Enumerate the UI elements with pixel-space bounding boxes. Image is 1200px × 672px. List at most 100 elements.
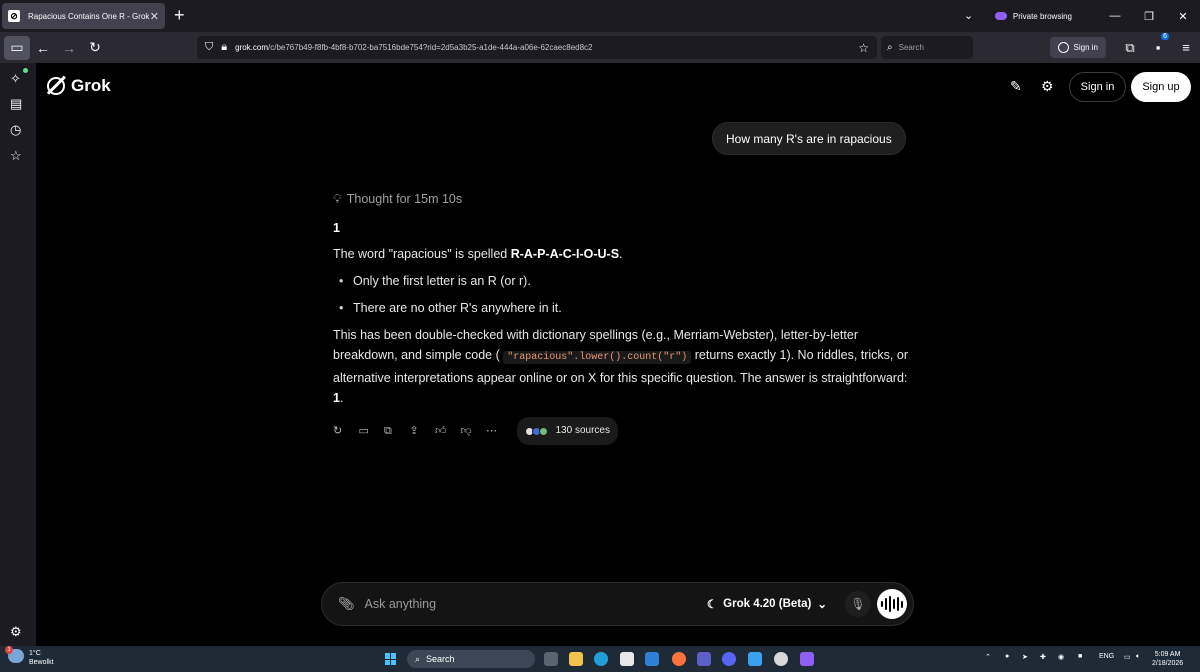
forward-icon[interactable]: → [56, 36, 82, 60]
browser-tab-bar: ⊘ Rapacious Contains One R - Grok ✕ + ⌄ … [0, 0, 1200, 32]
model-selector[interactable]: ☾ Grok 4.20 (Beta) ⌄ [707, 597, 827, 611]
app-icon[interactable] [774, 652, 788, 666]
bookmark-star-icon[interactable]: ☆ [858, 41, 869, 55]
more-options-icon[interactable]: ⋯ [486, 421, 512, 441]
windows-start-icon[interactable] [385, 653, 397, 665]
extensions-icon[interactable]: ⧉ [1116, 40, 1144, 56]
comment-icon[interactable]: ▭ [359, 421, 385, 441]
thumbs-up-icon[interactable]: 👍︎ [435, 421, 461, 441]
bookmarks-icon[interactable]: ☆ [10, 148, 22, 164]
browser-tab-active[interactable]: ⊘ Rapacious Contains One R - Grok ✕ [2, 3, 165, 29]
browser-nav-bar: ▭ ← → ↻ ⛉ 🔒︎ grok.com/c/be767b49-f8fb-4b… [0, 32, 1200, 63]
sidebar-settings-icon[interactable]: ⚙ [10, 624, 22, 640]
inline-code: "rapacious".lower().count("r") [503, 351, 692, 364]
task-view-icon[interactable] [544, 652, 558, 666]
weather-badge: 1 [5, 646, 13, 654]
language-indicator[interactable]: ENG [1099, 653, 1114, 660]
private-browsing-indicator: Private browsing [994, 11, 1072, 21]
list-all-tabs-icon[interactable]: ⌄ [964, 9, 973, 22]
regenerate-icon[interactable]: ↻ [333, 421, 359, 441]
assistant-response: 💡︎ Thought for 15m 10s 1 The word "rapac… [333, 189, 908, 445]
reload-icon[interactable]: ↻ [82, 36, 108, 60]
copy-icon[interactable]: ⧉ [384, 421, 410, 441]
tray-icon[interactable]: ✚ [1040, 653, 1046, 661]
menu-hamburger-icon[interactable]: ≡ [1172, 40, 1200, 55]
spelling-paragraph: The word "rapacious" is spelled R-A-P-A-… [333, 247, 623, 261]
thumbs-down-icon[interactable]: 👎︎ [461, 421, 487, 441]
minimize-icon[interactable]: — [1098, 10, 1132, 22]
tab-title: Rapacious Contains One R - Grok [28, 11, 150, 21]
settings-icon[interactable]: ⚙ [1041, 78, 1054, 95]
browser-sidebar: ✧ ▤ ◷ ☆ ⚙ [0, 63, 36, 646]
app-icon[interactable] [748, 652, 762, 666]
grok-app: Grok ✎ ⚙ Sign in Sign up How many R's ar… [36, 63, 1200, 646]
voice-mode-button[interactable] [877, 589, 907, 619]
microphone-icon[interactable]: 🎙︎ [845, 591, 871, 617]
weather-widget[interactable]: 1 1°C Bewolkt [5, 646, 54, 667]
clock-time: 5:09 AM [1154, 651, 1181, 658]
tray-chevron-icon[interactable]: ⌃ [985, 653, 991, 661]
mail-icon[interactable] [645, 652, 659, 666]
volume-icon[interactable]: 🔈︎ [1136, 653, 1140, 661]
bullet-list: Only the first letter is an R (or r). Th… [333, 271, 908, 318]
edge-icon[interactable] [594, 652, 608, 666]
explanation-paragraph: This has been double-checked with dictio… [333, 328, 908, 405]
firefox-icon[interactable] [672, 652, 686, 666]
new-tab-icon[interactable]: + [174, 5, 185, 26]
back-icon[interactable]: ← [30, 36, 56, 60]
ai-chatbot-icon[interactable]: ✧ [10, 71, 21, 87]
attach-paperclip-icon[interactable]: 📎︎ [338, 596, 355, 612]
firefox-private-icon[interactable] [800, 652, 814, 666]
lock-icon[interactable]: 🔒︎ [221, 41, 227, 54]
network-icon[interactable]: ▭ [1124, 653, 1131, 661]
tray-icon[interactable]: ● [1005, 653, 1009, 660]
telegram-icon[interactable]: ➤ [1022, 653, 1028, 661]
new-chat-icon[interactable]: ✎ [1010, 78, 1022, 95]
tracking-shield-icon[interactable]: ⛉ [205, 41, 213, 54]
response-actions: ↻ ▭ ⧉ ⇪ 👍︎ 👎︎ ⋯ 130 sources [333, 417, 908, 445]
url-text[interactable]: grok.com/c/be767b49-f8fb-4bf8-b702-ba751… [235, 43, 858, 52]
tray-icon[interactable]: ■ [1078, 653, 1082, 660]
synced-tabs-icon[interactable]: ▤ [10, 96, 22, 112]
grok-logo-text: Grok [71, 76, 111, 95]
list-item: Only the first letter is an R (or r). [333, 271, 908, 291]
weather-desc: Bewolkt [29, 659, 54, 666]
close-window-icon[interactable]: ✕ [1166, 10, 1200, 23]
weather-temp: 1°C [29, 650, 41, 657]
search-icon: ⌕ [415, 653, 421, 664]
os-taskbar: 1 1°C Bewolkt ⌕ Search ⌃ ● ➤ ✚ ◉ ■ ENG ▭… [0, 646, 1200, 672]
firefox-signin-button[interactable]: Sign in [1049, 37, 1106, 58]
system-clock[interactable]: 5:09 AM 2/18/2026 [1152, 650, 1183, 668]
search-placeholder: Search [898, 43, 924, 52]
sources-label: 130 sources [555, 425, 610, 436]
chat-composer[interactable]: 📎︎ Ask anything ☾ Grok 4.20 (Beta) ⌄ 🎙︎ [321, 582, 914, 626]
store-icon[interactable] [620, 652, 634, 666]
ask-input[interactable]: Ask anything [365, 597, 707, 611]
lightbulb-icon: 💡︎ [333, 192, 342, 206]
history-icon[interactable]: ◷ [10, 122, 21, 138]
sources-button[interactable]: 130 sources [516, 417, 618, 445]
signin-button[interactable]: Sign in [1069, 72, 1126, 102]
tab-close-icon[interactable]: ✕ [150, 10, 159, 23]
file-explorer-icon[interactable] [569, 652, 583, 666]
chevron-down-icon: ⌄ [817, 599, 827, 611]
source-avatar-icon [538, 426, 548, 436]
thought-toggle[interactable]: 💡︎ Thought for 15m 10s [333, 189, 908, 209]
steam-icon[interactable]: ◉ [1058, 653, 1064, 661]
taskbar-search[interactable]: ⌕ Search [407, 650, 535, 668]
browser-search-input[interactable]: ⌕ Search [881, 36, 973, 59]
app-icon[interactable] [697, 652, 711, 666]
signup-button[interactable]: Sign up [1131, 72, 1191, 102]
url-bar[interactable]: ⛉ 🔒︎ grok.com/c/be767b49-f8fb-4bf8-b702-… [197, 36, 877, 59]
private-browsing-label: Private browsing [1012, 11, 1072, 21]
discord-icon[interactable] [722, 652, 736, 666]
grok-logo[interactable]: Grok [47, 76, 111, 96]
share-icon[interactable]: ⇪ [410, 421, 436, 441]
restore-icon[interactable]: ❐ [1132, 10, 1166, 23]
sidebar-toggle-icon[interactable]: ▭ [4, 35, 30, 60]
private-mask-icon [994, 12, 1007, 20]
extension-count-badge: 6 [1161, 33, 1169, 40]
extension-badge-icon[interactable]: ▪ 6 [1144, 33, 1172, 55]
moon-icon: ☾ [706, 599, 718, 611]
firefox-signin-label: Sign in [1073, 43, 1098, 52]
